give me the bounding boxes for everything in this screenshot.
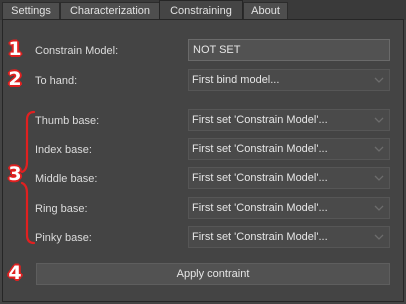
chevron-down-icon — [374, 77, 384, 83]
chevron-down-icon — [374, 205, 384, 211]
index-base-value: First set 'Constrain Model'... — [192, 143, 328, 155]
tab-characterization[interactable]: Characterization — [60, 2, 160, 20]
constrain-model-label: Constrain Model: — [35, 45, 119, 57]
middle-base-value: First set 'Constrain Model'... — [192, 172, 328, 184]
pinky-base-value: First set 'Constrain Model'... — [192, 231, 328, 243]
tab-about[interactable]: About — [243, 2, 288, 20]
pinky-base-dropdown[interactable]: First set 'Constrain Model'... — [188, 226, 390, 248]
tab-bar: Settings Characterization Constraining A… — [0, 0, 406, 20]
tab-settings[interactable]: Settings — [2, 2, 60, 20]
ring-base-label: Ring base: — [35, 203, 88, 215]
chevron-down-icon — [374, 175, 384, 181]
chevron-down-icon — [374, 234, 384, 240]
pinky-base-label: Pinky base: — [35, 232, 92, 244]
index-base-label: Index base: — [35, 144, 92, 156]
ring-base-dropdown[interactable]: First set 'Constrain Model'... — [188, 197, 390, 219]
thumb-base-label: Thumb base: — [35, 115, 100, 127]
chevron-down-icon — [374, 117, 384, 123]
index-base-dropdown[interactable]: First set 'Constrain Model'... — [188, 138, 390, 160]
annotation-2: 2 — [8, 68, 22, 90]
annotation-4: 4 — [8, 262, 22, 284]
constrain-model-field[interactable]: NOT SET — [188, 39, 390, 61]
middle-base-label: Middle base: — [35, 173, 98, 185]
to-hand-label: To hand: — [35, 75, 78, 87]
to-hand-value: First bind model... — [192, 74, 280, 86]
annotation-1: 1 — [8, 38, 22, 60]
thumb-base-value: First set 'Constrain Model'... — [192, 114, 328, 126]
to-hand-dropdown[interactable]: First bind model... — [188, 69, 390, 91]
annotation-bracket — [20, 110, 36, 245]
chevron-down-icon — [374, 146, 384, 152]
middle-base-dropdown[interactable]: First set 'Constrain Model'... — [188, 167, 390, 189]
tab-constraining[interactable]: Constraining — [159, 0, 243, 20]
apply-constraint-button[interactable]: Apply contraint — [36, 263, 390, 285]
constraining-panel — [2, 19, 404, 302]
thumb-base-dropdown[interactable]: First set 'Constrain Model'... — [188, 109, 390, 131]
ring-base-value: First set 'Constrain Model'... — [192, 202, 328, 214]
